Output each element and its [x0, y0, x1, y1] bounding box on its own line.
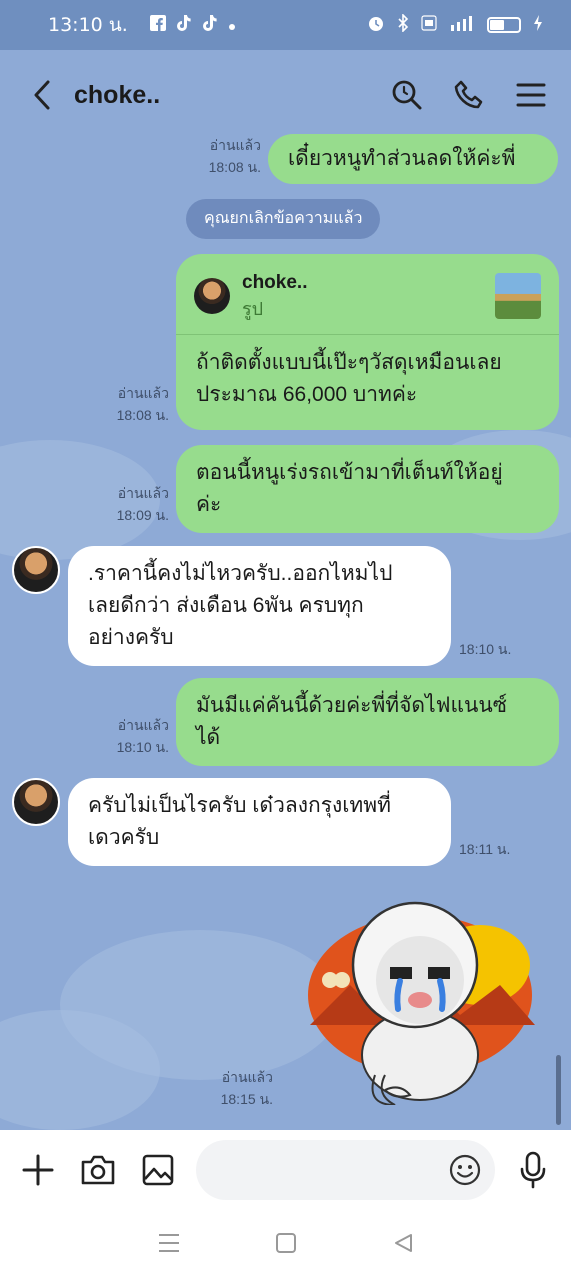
phone-icon [454, 80, 483, 109]
outgoing-message[interactable]: ตอนนี้หนูเร่งรถเข้ามาที่เต็นท์ให้อยู่ ค่… [176, 445, 559, 533]
outgoing-reply-message[interactable]: choke.. รูป ถ้าติดตั้งแบบนี้เป๊ะๆวัสดุเห… [176, 254, 559, 430]
contact-name[interactable]: choke.. [74, 81, 160, 110]
camera-button[interactable] [76, 1148, 120, 1192]
hamburger-menu-icon [516, 83, 546, 107]
tiktok-icon [202, 14, 218, 36]
reply-content-type: รูป [242, 299, 264, 319]
search-icon [392, 80, 422, 110]
message-time: 18:10 น. [116, 739, 169, 755]
message-text: ครับไม่เป็นไรครับ เด๋วลงกรุงเทพที่ [88, 794, 391, 817]
microphone-icon [520, 1151, 546, 1189]
outgoing-message[interactable]: มันมีแค่คันนี้ด้วยค่ะพี่ที่จัดไฟแนนซ์ ได… [176, 678, 559, 766]
smiley-icon [449, 1154, 481, 1186]
message-time: 18:09 น. [116, 507, 169, 523]
add-button[interactable] [16, 1148, 60, 1192]
plus-icon [22, 1154, 54, 1186]
call-button[interactable] [451, 77, 487, 113]
alarm-icon [367, 14, 385, 36]
message-meta: อ่านแล้ว 18:15 น. [221, 1066, 273, 1110]
chat-header: choke.. [0, 50, 571, 140]
message-text: ได้ [196, 726, 221, 749]
message-meta: อ่านแล้ว 18:08 น. [209, 134, 261, 178]
message-input[interactable] [196, 1140, 495, 1200]
chevron-left-icon [34, 80, 50, 110]
dot-icon [228, 16, 236, 35]
battery-icon [487, 17, 521, 33]
home-button[interactable] [275, 1232, 297, 1258]
outgoing-message[interactable]: เดี๋ยวหนูทำส่วนลดให้ค่ะพี่ [268, 134, 558, 184]
message-time: 18:08 น. [116, 407, 169, 423]
system-navigation-bar [0, 1210, 571, 1280]
message-text: ถ้าติดตั้งแบบนี้เป๊ะๆวัสดุเหมือนเลย [196, 351, 502, 374]
message-time: 18:15 น. [220, 1091, 273, 1107]
message-time: 18:11 น. [459, 841, 511, 857]
square-icon [276, 1233, 297, 1253]
menu-button[interactable] [513, 77, 549, 113]
message-text: .ราคานี้คงไม่ไหวครับ..ออกไหมไป [88, 562, 393, 585]
bluetooth-icon [397, 13, 409, 36]
message-text: ค่ะ [196, 493, 222, 516]
message-text: เลยดีกว่า ส่งเดือน 6พัน ครบทุก [88, 594, 364, 617]
charging-icon [533, 14, 543, 36]
facebook-icon [149, 15, 166, 35]
read-receipt: อ่านแล้ว [221, 1069, 273, 1085]
reply-avatar [194, 278, 230, 314]
read-receipt: อ่านแล้ว [209, 137, 261, 153]
search-button[interactable] [389, 77, 425, 113]
back-button[interactable] [22, 75, 62, 115]
message-text: อย่างครับ [88, 626, 174, 649]
message-text: เดวครับ [88, 826, 160, 849]
tiktok-icon [176, 14, 192, 36]
menu-lines-icon [159, 1234, 180, 1252]
status-bar: 13:10 น. [0, 0, 571, 50]
status-time: 13:10 น. [48, 14, 128, 36]
crying-sticker-icon [308, 901, 535, 1106]
reply-preview[interactable]: choke.. รูป [176, 270, 559, 335]
emoji-button[interactable] [449, 1154, 481, 1191]
scrollbar[interactable] [556, 1055, 561, 1125]
incoming-message[interactable]: .ราคานี้คงไม่ไหวครับ..ออกไหมไป เลยดีกว่า… [68, 546, 451, 666]
signal-icon [449, 14, 475, 36]
reply-sender-name: choke.. [242, 272, 308, 293]
volte-icon [421, 14, 437, 36]
triangle-back-icon [394, 1234, 412, 1252]
system-notice: คุณยกเลิกข้อความแล้ว [186, 199, 381, 239]
avatar[interactable] [12, 546, 60, 594]
camera-icon [81, 1155, 115, 1185]
sticker-crying-character[interactable] [300, 885, 540, 1106]
read-receipt: อ่านแล้ว [117, 717, 169, 733]
avatar[interactable] [12, 778, 60, 826]
read-receipt: อ่านแล้ว [117, 385, 169, 401]
message-text: เดี๋ยวหนูทำส่วนลดให้ค่ะพี่ [288, 147, 516, 170]
message-meta: อ่านแล้ว 18:08 น. [117, 382, 169, 426]
message-time: 18:08 น. [208, 159, 261, 175]
image-icon [142, 1154, 174, 1186]
message-text: มันมีแค่คันนี้ด้วยค่ะพี่ที่จัดไฟแนนซ์ [196, 694, 508, 717]
chat-area[interactable]: อ่านแล้ว 18:08 น. เดี๋ยวหนูทำส่วนลดให้ค่… [0, 130, 571, 1130]
incoming-message[interactable]: ครับไม่เป็นไรครับ เด๋วลงกรุงเทพที่ เดวคร… [68, 778, 451, 866]
read-receipt: อ่านแล้ว [117, 485, 169, 501]
reply-image-thumbnail [495, 273, 541, 319]
message-meta: อ่านแล้ว 18:09 น. [117, 482, 169, 526]
message-text: ตอนนี้หนูเร่งรถเข้ามาที่เต็นท์ให้อยู่ [196, 461, 503, 484]
message-text: ประมาณ 66,000 บาทค่ะ [196, 383, 418, 406]
voice-button[interactable] [511, 1148, 555, 1192]
recent-apps-button[interactable] [157, 1232, 181, 1258]
message-input-bar [0, 1130, 571, 1210]
back-nav-button[interactable] [392, 1232, 414, 1258]
message-meta: อ่านแล้ว 18:10 น. [117, 714, 169, 758]
message-time: 18:10 น. [459, 641, 512, 657]
gallery-button[interactable] [136, 1148, 180, 1192]
